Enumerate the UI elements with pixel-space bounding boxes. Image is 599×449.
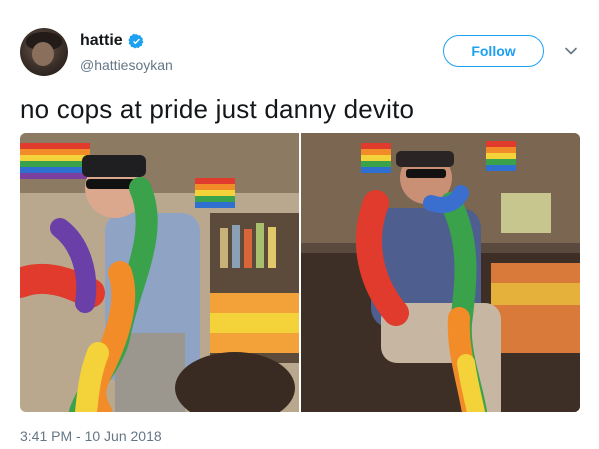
photo-left[interactable] xyxy=(20,133,299,412)
verified-badge-icon xyxy=(128,33,144,49)
photo-right[interactable] xyxy=(301,133,580,412)
photo-right-image xyxy=(301,133,580,412)
author-display-name[interactable]: hattie xyxy=(80,32,123,50)
avatar[interactable] xyxy=(20,28,68,76)
avatar-face xyxy=(32,42,54,66)
tweet-timestamp[interactable]: 3:41 PM - 10 Jun 2018 xyxy=(20,428,162,444)
photo-left-image xyxy=(20,133,299,412)
media-grid xyxy=(20,133,580,412)
tweet-card: hattie @hattiesoykan Follow no cops at p… xyxy=(0,0,599,449)
chevron-down-icon[interactable] xyxy=(564,44,578,58)
author-handle[interactable]: @hattiesoykan xyxy=(80,57,173,73)
follow-button[interactable]: Follow xyxy=(443,35,544,67)
tweet-text: no cops at pride just danny devito xyxy=(20,94,415,124)
author-name-row: hattie xyxy=(80,32,145,50)
